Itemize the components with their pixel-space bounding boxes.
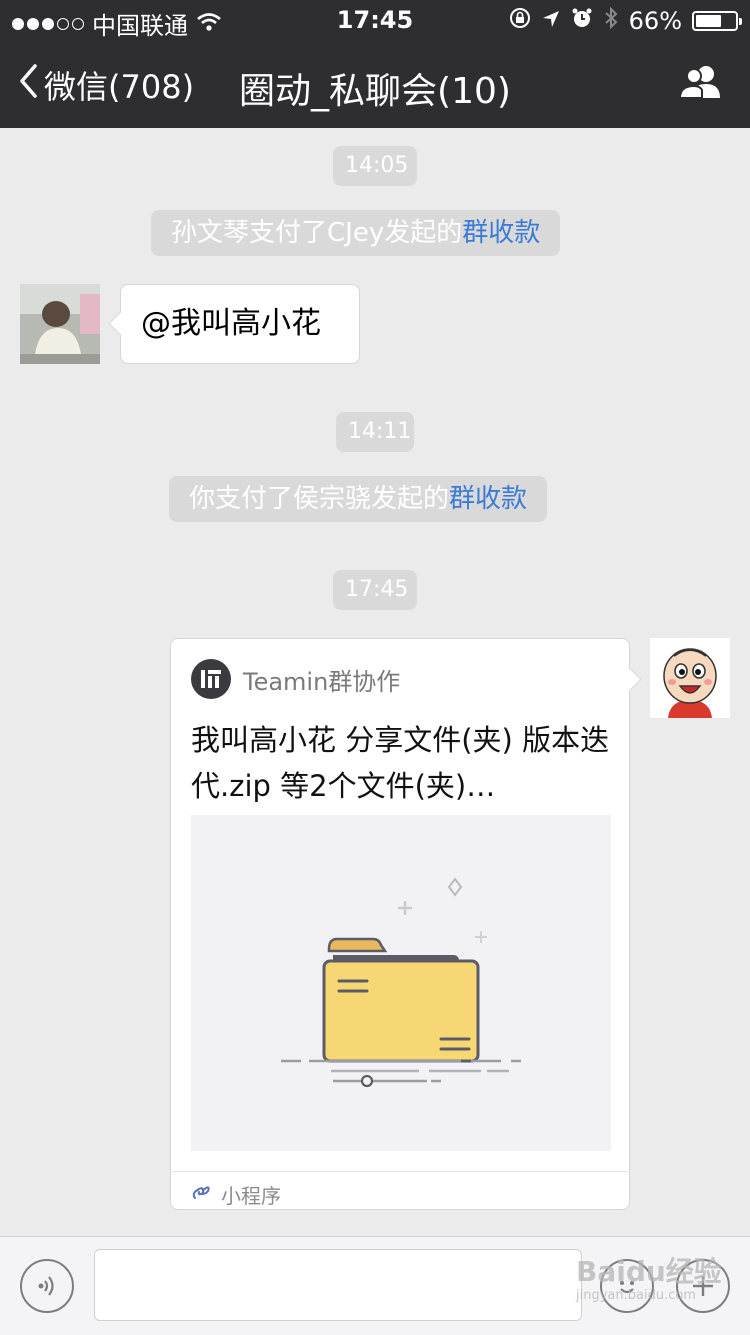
- group-collection-link[interactable]: 群收款: [449, 484, 527, 514]
- top-bar: 中国联通 17:45 66% 微信(708) 圈动_私聊会(10): [0, 0, 750, 128]
- group-collection-link[interactable]: 群收款: [462, 218, 540, 248]
- card-footer: 小程序: [171, 1171, 629, 1212]
- system-message: 孙文琴支付了CJey发起的群收款: [151, 210, 561, 256]
- mini-program-name: Teamin群协作: [243, 667, 401, 696]
- watermark-logo: Baidu经验 jingyan.baidu.com: [576, 1250, 746, 1303]
- nav-bar: 微信(708) 圈动_私聊会(10): [0, 40, 750, 128]
- message-bubble[interactable]: @我叫高小花: [120, 284, 360, 364]
- mini-program-icon: [191, 1182, 211, 1206]
- group-members-icon[interactable]: [678, 64, 724, 104]
- time-divider: 17:45: [333, 570, 417, 610]
- battery-percent: 66%: [628, 7, 682, 35]
- system-message: 你支付了侯宗骁发起的群收款: [169, 476, 548, 522]
- card-title: 我叫高小花 分享文件(夹) 版本迭代.zip 等2个文件(夹)…: [191, 723, 610, 803]
- card-footer-label: 小程序: [221, 1184, 281, 1208]
- chat-title: 圈动_私聊会(10): [239, 71, 511, 112]
- battery-icon: [692, 11, 742, 31]
- mini-program-card[interactable]: Teamin群协作 我叫高小花 分享文件(夹) 版本迭代.zip 等2个文件(夹…: [170, 638, 630, 1210]
- system-message-text: 孙文琴支付了CJey发起的: [171, 218, 463, 248]
- bluetooth-icon: [603, 6, 619, 36]
- time-divider: 14:11: [336, 412, 414, 452]
- location-icon: [541, 7, 561, 35]
- time-divider: 14:05: [333, 146, 417, 186]
- watermark-url: jingyan.baidu.com: [576, 1288, 696, 1303]
- system-message-text: 你支付了侯宗骁发起的: [189, 484, 450, 514]
- status-bar: 中国联通 17:45 66%: [0, 0, 750, 40]
- voice-icon[interactable]: [20, 1259, 74, 1313]
- watermark-text: Baidu经验: [576, 1255, 722, 1288]
- rotation-lock-icon: [509, 7, 531, 35]
- card-preview-image: [191, 815, 611, 1151]
- message-input[interactable]: [94, 1249, 582, 1321]
- alarm-icon: [571, 7, 593, 35]
- folder-illustration: [281, 877, 521, 1088]
- avatar[interactable]: [650, 638, 730, 718]
- battery-fill: [696, 15, 721, 27]
- teamin-logo-icon: [191, 659, 231, 699]
- avatar[interactable]: [20, 284, 100, 364]
